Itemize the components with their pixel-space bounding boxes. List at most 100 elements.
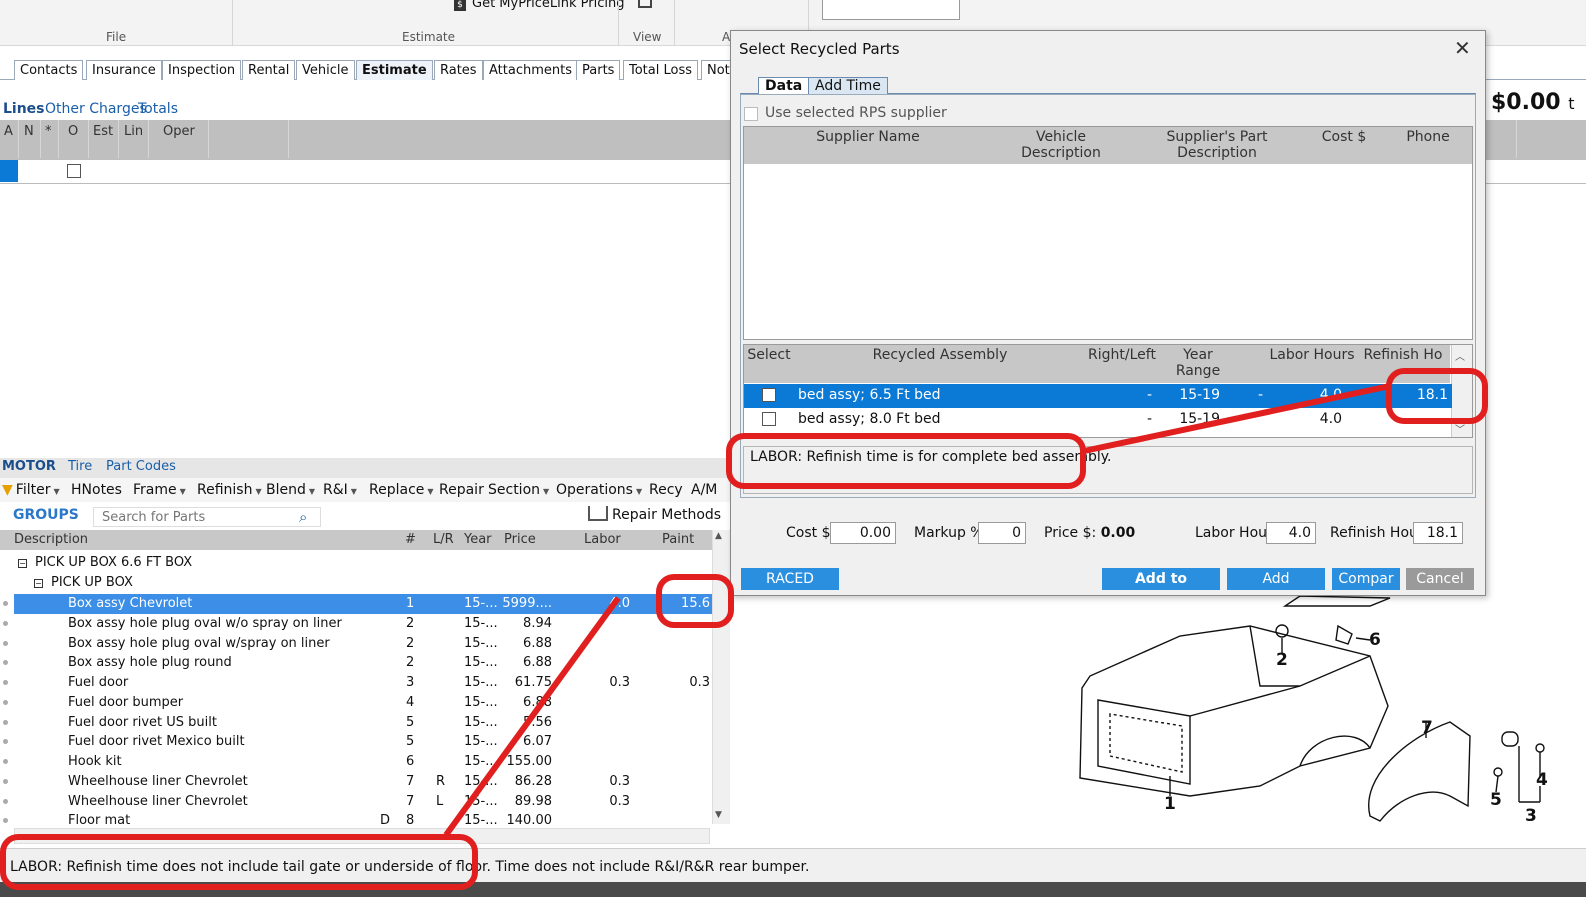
tab-add-time[interactable]: Add Time (808, 77, 888, 94)
cancel-button[interactable]: Cancel (1406, 568, 1474, 590)
col-phone[interactable]: Phone (1384, 129, 1472, 145)
tab-estimate[interactable]: Estimate (356, 60, 433, 80)
col-price[interactable]: Price (504, 532, 536, 547)
parts-diagram (1079, 596, 1545, 822)
col-vehicle-description[interactable]: Vehicle Description (994, 129, 1128, 161)
col-star[interactable]: * (45, 124, 52, 139)
search-icon[interactable]: ⌕ (299, 508, 307, 526)
assembly-cell-labor: 4.0 (1319, 411, 1342, 427)
callout-7: 7 (1421, 718, 1433, 738)
col-n[interactable]: N (24, 124, 34, 139)
chevron-up-icon[interactable]: ︿ (1455, 348, 1465, 363)
parts-row[interactable]: Box assy hole plug oval w/spray on liner… (14, 634, 712, 654)
markup-field[interactable]: 0 (978, 522, 1026, 544)
parts-row[interactable]: Hook kit 6 15-... 155.00 (14, 752, 712, 772)
tab-inspection[interactable]: Inspection (162, 60, 242, 80)
parts-row[interactable]: Fuel door rivet US built 5 15-... 5.56 (14, 713, 712, 733)
col-year[interactable]: Year (464, 532, 492, 547)
assembly-select-checkbox[interactable] (762, 388, 776, 402)
col-right-left[interactable]: Right/Left (1086, 347, 1158, 363)
row-marker (3, 601, 8, 606)
groups-label[interactable]: GROUPS (13, 507, 79, 523)
ri-button[interactable]: R&I ▼ (323, 482, 357, 498)
row-checkbox[interactable] (67, 164, 81, 178)
use-supplier-checkbox[interactable] (744, 107, 758, 121)
cell-year: 15-... (464, 694, 498, 710)
tab-insurance[interactable]: Insurance (86, 60, 162, 80)
col-paint[interactable]: Paint (662, 532, 694, 547)
parts-row[interactable]: Fuel door bumper415-...6.88 (14, 693, 712, 713)
search-parts-input[interactable] (93, 507, 321, 527)
tab-parts[interactable]: Parts (576, 60, 621, 80)
labor-hours-field[interactable]: 4.0 (1266, 522, 1316, 544)
add-button[interactable]: Add (1227, 568, 1325, 590)
col-o[interactable]: O (68, 124, 78, 139)
parts-row[interactable]: Wheelhouse liner Chevrolet7R15-...86.280… (14, 772, 712, 792)
subtab-totals[interactable]: Totals (138, 101, 182, 119)
am-button[interactable]: A/M (691, 482, 717, 498)
col-supplier-part-description[interactable]: Supplier's Part Description (1130, 129, 1304, 161)
ribbon-input[interactable] (822, 0, 960, 20)
assembly-select-checkbox[interactable] (762, 412, 776, 426)
ri-label: R&I (323, 482, 348, 498)
col-lin[interactable]: Lin (124, 124, 143, 139)
add-to-button[interactable]: Add to (1102, 568, 1220, 590)
col-est[interactable]: Est (93, 124, 113, 139)
tab-rental[interactable]: Rental (242, 60, 296, 80)
subtab-lines[interactable]: Lines (3, 101, 49, 119)
col-labor-hours[interactable]: Labor Hours (1268, 347, 1356, 363)
parts-row[interactable]: Wheelhouse liner Chevrolet 7 L 15-... 89.98 0… (14, 792, 712, 812)
view-icon[interactable] (638, 0, 652, 8)
repair-methods-button[interactable]: Repair Methods (588, 506, 721, 523)
chevron-down-icon: ▼ (308, 487, 316, 496)
parts-row[interactable]: Fuel door rivet Mexico built 5 15-... 6.07 (14, 732, 712, 752)
operations-button[interactable]: Operations ▼ (556, 482, 642, 498)
section-button[interactable]: Section ▼ (488, 482, 549, 498)
scroll-down-icon[interactable]: ▼ (715, 810, 722, 820)
parts-row[interactable]: Box assy hole plug round 2 15-... 6.88 (14, 653, 712, 673)
recy-button[interactable]: Recy (649, 482, 683, 498)
col-recycled-assembly[interactable]: Recycled Assembly (796, 347, 1084, 363)
assembly-row[interactable]: bed assy; 8.0 Ft bed -15-19 4.0 (744, 408, 1452, 432)
replace-button[interactable]: Replace ▼ (369, 482, 434, 498)
row-selector[interactable] (0, 160, 18, 182)
tab-rates[interactable]: Rates (434, 60, 483, 80)
get-pricing-button[interactable]: $ Get MyPriceLink Pricing (454, 0, 625, 11)
col-year-range[interactable]: Year Range (1160, 347, 1236, 379)
tab-total-loss[interactable]: Total Loss (623, 60, 699, 80)
tab-attachments[interactable]: Attachments (483, 60, 578, 80)
col-select[interactable]: Select (746, 347, 792, 363)
hnotes-button[interactable]: HNotes (71, 482, 122, 498)
tab-motor[interactable]: MOTOR (2, 459, 56, 474)
raced-button[interactable]: RACED (741, 568, 839, 590)
col-description[interactable]: Description (14, 532, 88, 547)
repair-button[interactable]: Repair (439, 482, 484, 498)
scroll-up-icon[interactable]: ▲ (715, 531, 722, 541)
parts-row[interactable]: Fuel door 3 15-... 61.75 0.3 0.3 (14, 673, 712, 693)
refinish-button[interactable]: Refinish ▼ (197, 482, 262, 498)
tab-part-codes[interactable]: Part Codes (106, 459, 176, 474)
col-a[interactable]: A (4, 124, 13, 139)
blend-button[interactable]: Blend ▼ (266, 482, 315, 498)
col-lr[interactable]: L/R (433, 532, 454, 547)
group-header-row[interactable]: − PICK UP BOX 6.6 FT BOX (18, 555, 192, 570)
filter-button[interactable]: ▼ Filter ▼ (2, 482, 60, 498)
tab-data[interactable]: Data (758, 77, 810, 94)
sub-header-row[interactable]: − PICK UP BOX (34, 575, 133, 590)
tab-vehicle[interactable]: Vehicle (296, 60, 355, 80)
cost-field[interactable]: 0.00 (830, 522, 896, 544)
close-icon[interactable]: ✕ (1454, 36, 1471, 60)
col-labor[interactable]: Labor (584, 532, 621, 547)
col-cost[interactable]: Cost $ (1306, 129, 1382, 145)
compare-button[interactable]: Compar (1332, 568, 1400, 590)
subtab-other-charges[interactable]: Other Charges (45, 101, 151, 119)
tab-tire[interactable]: Tire (68, 459, 92, 474)
frame-button[interactable]: Frame ▼ (133, 482, 186, 498)
col-supplier-name[interactable]: Supplier Name (744, 129, 992, 145)
col-oper[interactable]: Oper (163, 124, 195, 139)
cell-desc: Box assy Chevrolet (68, 596, 193, 611)
tab-contacts[interactable]: Contacts (14, 60, 84, 80)
col-number[interactable]: # (405, 532, 416, 547)
divider (18, 120, 19, 158)
refinish-hours-field[interactable]: 18.1 (1413, 522, 1463, 544)
